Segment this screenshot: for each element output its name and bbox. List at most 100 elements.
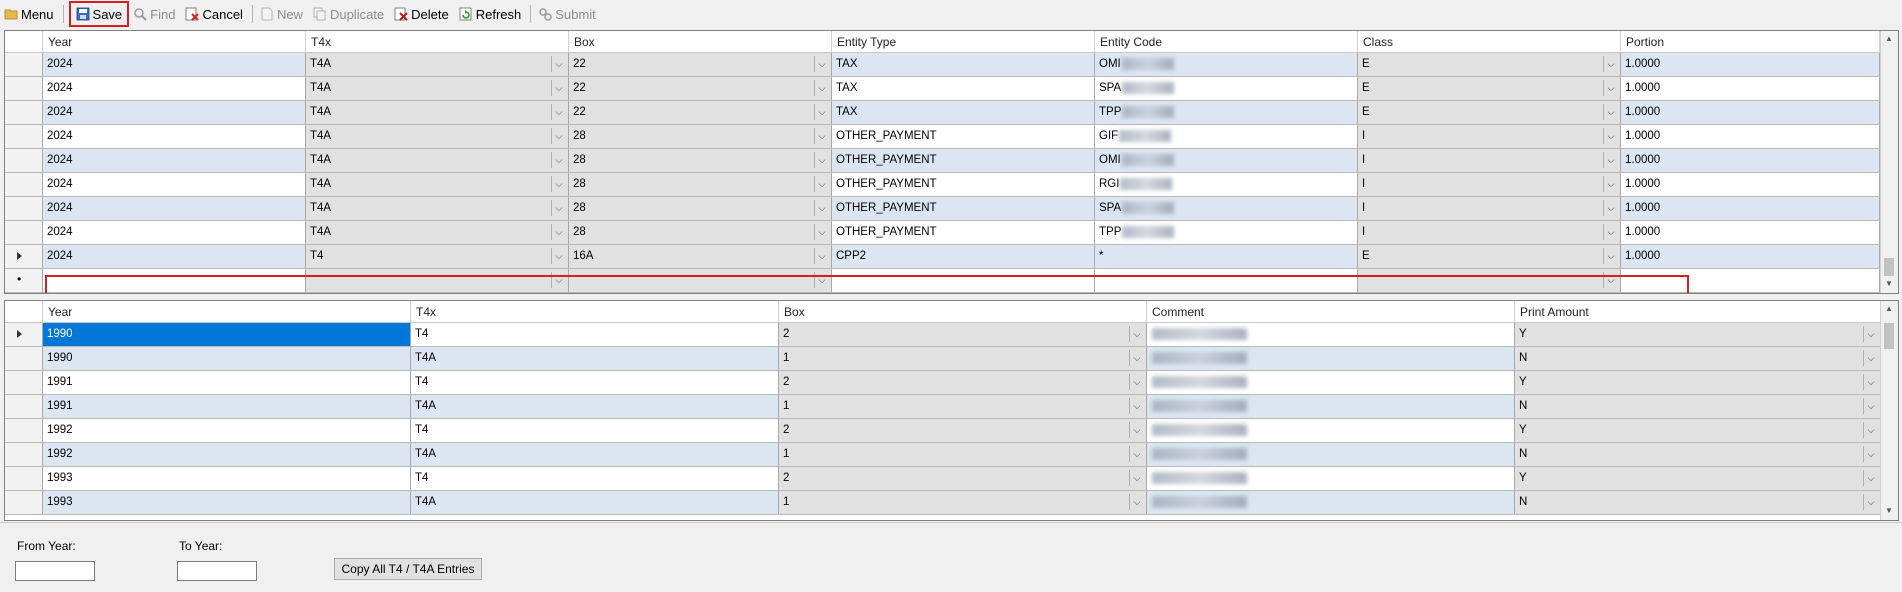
cell-t4x[interactable]: T4 (411, 467, 779, 490)
cell-print-amount[interactable]: N ⌵ (1515, 347, 1881, 370)
row-header[interactable] (5, 323, 43, 346)
column-header-t4x[interactable]: T4x (306, 31, 569, 52)
chevron-down-icon[interactable]: ⌵ (1603, 128, 1618, 144)
cell-portion[interactable]: 1.0000 (1621, 77, 1880, 100)
cell-box[interactable]: 16A ⌵ (569, 245, 832, 268)
chevron-down-icon[interactable]: ⌵ (1863, 398, 1878, 414)
chevron-down-icon[interactable]: ⌵ (1129, 494, 1144, 510)
cell-class[interactable]: I ⌵ (1358, 125, 1621, 148)
menu-button[interactable]: Menu (0, 3, 58, 25)
cell-year[interactable]: 2024 (43, 149, 306, 172)
cell-t4x[interactable]: T4A (411, 395, 779, 418)
cell-entity-type[interactable]: TAX (832, 53, 1095, 76)
cell-box[interactable]: 28 ⌵ (569, 197, 832, 220)
row-header[interactable] (5, 371, 43, 394)
column-header-box[interactable]: Box (779, 301, 1147, 322)
cell-portion[interactable]: 1.0000 (1621, 101, 1880, 124)
table-row[interactable]: 2024 T4A ⌵ 28 ⌵ OTHER_PAYMENT GIF I ⌵ 1.0000 (5, 125, 1898, 149)
cell-box[interactable]: 28 ⌵ (569, 149, 832, 172)
chevron-down-icon[interactable]: ⌵ (551, 80, 566, 96)
cell-comment[interactable] (1147, 395, 1515, 418)
chevron-down-icon[interactable]: ⌵ (814, 80, 829, 96)
scroll-down-icon[interactable]: ▼ (1885, 506, 1893, 515)
chevron-down-icon[interactable]: ⌵ (551, 104, 566, 120)
cell-year[interactable] (43, 269, 306, 292)
chevron-down-icon[interactable]: ⌵ (814, 152, 829, 168)
row-header[interactable] (5, 77, 43, 100)
chevron-down-icon[interactable]: ⌵ (814, 200, 829, 216)
chevron-down-icon[interactable]: ⌵ (814, 272, 829, 288)
chevron-down-icon[interactable]: ⌵ (1603, 56, 1618, 72)
table-row[interactable]: 1991 T4 2 ⌵ Y ⌵ (5, 371, 1898, 395)
cell-t4x[interactable]: T4 ⌵ (306, 245, 569, 268)
row-header[interactable] (5, 245, 43, 268)
cell-year[interactable]: 2024 (43, 101, 306, 124)
cell-t4x[interactable]: T4 (411, 419, 779, 442)
cell-box[interactable]: 2 ⌵ (779, 419, 1147, 442)
cell-box[interactable]: 1 ⌵ (779, 347, 1147, 370)
chevron-down-icon[interactable]: ⌵ (1863, 470, 1878, 486)
cell-box[interactable]: 28 ⌵ (569, 221, 832, 244)
column-header-year[interactable]: Year (43, 301, 411, 322)
table-row[interactable]: 2024 T4A ⌵ 22 ⌵ TAX TPP E ⌵ 1.0000 (5, 101, 1898, 125)
copy-all-entries-button[interactable]: Copy All T4 / T4A Entries (334, 558, 482, 580)
cell-entity-code[interactable]: SPA (1095, 197, 1358, 220)
cell-print-amount[interactable]: N ⌵ (1515, 491, 1881, 514)
column-header-portion[interactable]: Portion (1621, 31, 1880, 52)
cell-box[interactable]: 1 ⌵ (779, 491, 1147, 514)
table-row[interactable]: 1992 T4A 1 ⌵ N ⌵ (5, 443, 1898, 467)
row-header[interactable] (5, 125, 43, 148)
row-header[interactable] (5, 347, 43, 370)
row-header[interactable] (5, 491, 43, 514)
table-row[interactable]: 2024 T4 ⌵ 16A ⌵ CPP2 * E ⌵ 1.0000 (5, 245, 1898, 269)
chevron-down-icon[interactable]: ⌵ (551, 152, 566, 168)
row-header[interactable] (5, 395, 43, 418)
chevron-down-icon[interactable]: ⌵ (1863, 350, 1878, 366)
cell-entity-type[interactable]: OTHER_PAYMENT (832, 221, 1095, 244)
save-button[interactable]: Save (68, 1, 130, 27)
table-row[interactable]: 2024 T4A ⌵ 28 ⌵ OTHER_PAYMENT OMI I ⌵ 1.0000 (5, 149, 1898, 173)
chevron-down-icon[interactable]: ⌵ (1603, 104, 1618, 120)
row-header[interactable] (5, 197, 43, 220)
cell-year[interactable]: 1992 (43, 443, 411, 466)
cell-portion[interactable]: 1.0000 (1621, 197, 1880, 220)
cell-class[interactable]: E ⌵ (1358, 77, 1621, 100)
column-header-box[interactable]: Box (569, 31, 832, 52)
cell-entity-type[interactable]: TAX (832, 77, 1095, 100)
cell-comment[interactable] (1147, 491, 1515, 514)
row-header[interactable]: • (5, 269, 43, 292)
table-row[interactable]: 2024 T4A ⌵ 28 ⌵ OTHER_PAYMENT RGI I ⌵ 1.0000 (5, 173, 1898, 197)
cell-portion[interactable]: 1.0000 (1621, 173, 1880, 196)
column-header-print-amount[interactable]: Print Amount (1515, 301, 1881, 322)
cancel-button[interactable]: Cancel (181, 3, 246, 25)
chevron-down-icon[interactable]: ⌵ (1603, 152, 1618, 168)
chevron-down-icon[interactable]: ⌵ (814, 128, 829, 144)
cell-year[interactable]: 2024 (43, 221, 306, 244)
cell-print-amount[interactable]: N ⌵ (1515, 395, 1881, 418)
new-row[interactable]: • ⌵ ⌵ ⌵ (5, 269, 1898, 293)
scroll-up-icon[interactable]: ▲ (1885, 304, 1893, 313)
cell-class[interactable]: E ⌵ (1358, 53, 1621, 76)
cell-t4x[interactable]: T4A ⌵ (306, 197, 569, 220)
chevron-down-icon[interactable]: ⌵ (1129, 350, 1144, 366)
cell-comment[interactable] (1147, 467, 1515, 490)
chevron-down-icon[interactable]: ⌵ (1129, 326, 1144, 342)
cell-print-amount[interactable]: Y ⌵ (1515, 419, 1881, 442)
table-row[interactable]: 1993 T4A 1 ⌵ N ⌵ (5, 491, 1898, 515)
cell-t4x[interactable]: T4A (411, 443, 779, 466)
cell-portion[interactable]: 1.0000 (1621, 53, 1880, 76)
cell-entity-code[interactable]: RGI (1095, 173, 1358, 196)
chevron-down-icon[interactable]: ⌵ (1603, 224, 1618, 240)
cell-year[interactable]: 2024 (43, 125, 306, 148)
cell-comment[interactable] (1147, 443, 1515, 466)
chevron-down-icon[interactable]: ⌵ (1603, 248, 1618, 264)
delete-button[interactable]: Delete (390, 3, 453, 25)
cell-year[interactable]: 2024 (43, 173, 306, 196)
cell-box[interactable]: 2 ⌵ (779, 323, 1147, 346)
chevron-down-icon[interactable]: ⌵ (1603, 272, 1618, 288)
cell-box[interactable]: 22 ⌵ (569, 77, 832, 100)
column-header-comment[interactable]: Comment (1147, 301, 1515, 322)
cell-entity-code[interactable] (1095, 269, 1358, 292)
chevron-down-icon[interactable]: ⌵ (814, 56, 829, 72)
cell-comment[interactable] (1147, 347, 1515, 370)
